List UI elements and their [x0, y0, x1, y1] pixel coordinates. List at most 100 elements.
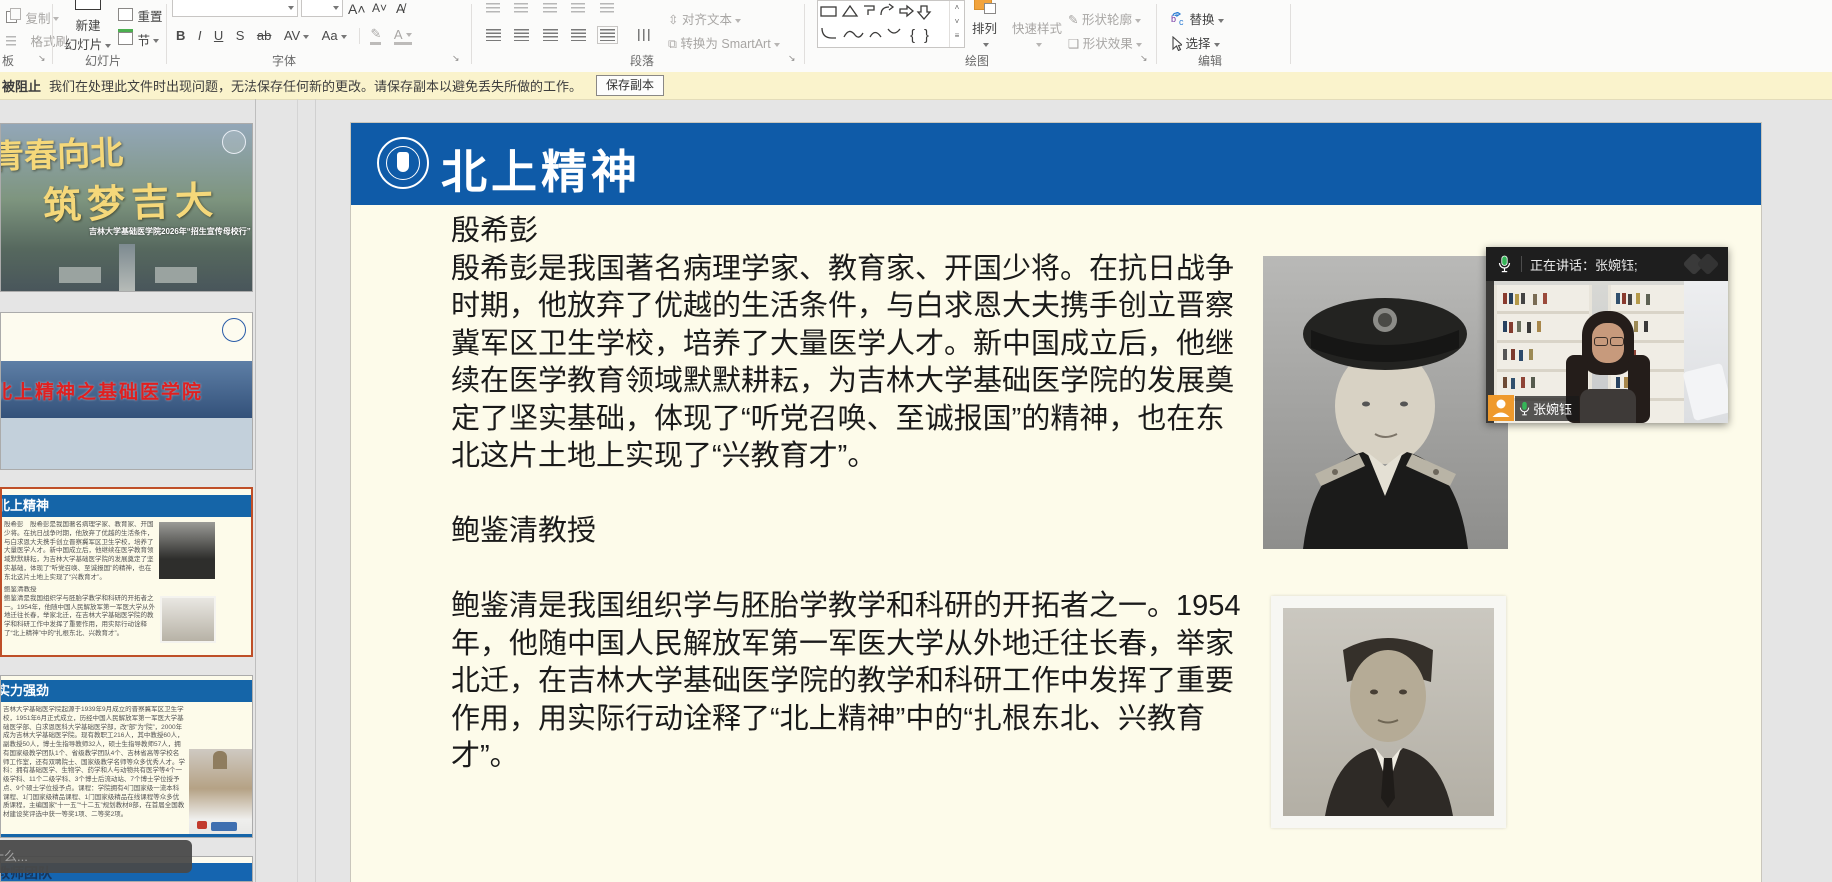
decrease-indent-icon[interactable]: [543, 3, 557, 13]
character-spacing-button[interactable]: AV: [284, 28, 309, 43]
chevron-down-icon: [1218, 19, 1224, 23]
increase-indent-icon[interactable]: [571, 3, 585, 13]
new-slide-button[interactable]: 新建 幻灯片: [62, 0, 114, 53]
shapes-gallery-scroll[interactable]: ˄˅≡: [949, 1, 964, 47]
underline-button[interactable]: U: [214, 28, 223, 43]
copy-icon: [6, 11, 17, 23]
change-case-button[interactable]: Aa: [322, 28, 347, 43]
distribute-button[interactable]: [600, 29, 615, 41]
drawing-group-label: 绘图: [965, 52, 989, 69]
slide-text-box[interactable]: 殷希彭 殷希彭是我国著名病理学家、教育家、开国少将。在抗日战争时期，他放弃了优越…: [451, 213, 1246, 776]
speaking-status: 正在讲话：张婉钰;: [1530, 255, 1638, 274]
section-button[interactable]: 节: [118, 30, 159, 50]
upload-blocked-banner: 被阻止 我们在处理此文件时出现问题，无法保存任何新的更改。请保存副本以避免丢失所…: [0, 72, 1832, 100]
window: [1684, 281, 1728, 423]
save-copy-button[interactable]: 保存副本: [596, 75, 664, 96]
portrait-suit: [1283, 608, 1494, 816]
convert-smartart-button[interactable]: ⧉ 转换为 SmartArt: [668, 33, 780, 52]
bullets-icon[interactable]: [486, 3, 500, 13]
chevron-down-icon: [333, 6, 339, 10]
slide-thumbnail-1[interactable]: 青春向北 筑梦吉大 吉林大学基础医学院2026年“招生宣传母校行”: [0, 123, 253, 292]
chevron-down-icon: [735, 19, 741, 23]
cover-caption: 吉林大学基础医学院2026年“招生宣传母校行”: [89, 226, 251, 237]
italic-button[interactable]: I: [198, 28, 202, 43]
font-size-combo[interactable]: [301, 0, 343, 17]
person2-name: 鲍鉴清教授: [451, 513, 1246, 551]
thumb-photo-yin: [159, 522, 215, 579]
align-left-button[interactable]: [486, 29, 501, 41]
chevron-down-icon: [983, 43, 989, 47]
clipboard-group-label: 板: [2, 52, 14, 69]
clear-formatting-button[interactable]: A̸: [396, 1, 405, 16]
shrink-font-button[interactable]: A˅: [372, 1, 387, 15]
font-group-label: 字体: [272, 52, 296, 69]
line-spacing-icon[interactable]: [600, 3, 614, 13]
person1-bio: 殷希彭是我国著名病理学家、教育家、开国少将。在抗日战争时期，他放弃了优越的生活条…: [451, 251, 1246, 476]
grow-font-button[interactable]: A˄: [348, 1, 366, 17]
bold-button[interactable]: B: [176, 28, 185, 43]
font-name-combo[interactable]: [172, 0, 298, 17]
slide-title: 北上精神: [441, 136, 641, 202]
shape-outline-button[interactable]: ✎ 形状轮廓: [1068, 9, 1141, 28]
shape-effects-button[interactable]: ❑ 形状效果: [1068, 33, 1142, 52]
columns-button[interactable]: [638, 29, 653, 41]
ribbon: 复制 格式刷 板 ↘ 新建 幻灯片 重置 节 幻灯片 A˄ A˅ A̸: [0, 0, 1832, 73]
reset-button[interactable]: 重置: [118, 6, 162, 26]
slide-title-band: 北上精神: [351, 123, 1761, 205]
font-dialog-launcher[interactable]: ↘: [452, 53, 463, 64]
chevron-down-icon: [53, 17, 59, 21]
align-right-button[interactable]: [543, 29, 558, 41]
chevron-down-icon: [1036, 43, 1042, 47]
meeting-header: 正在讲话：张婉钰;: [1486, 247, 1728, 281]
paragraph-dialog-launcher[interactable]: ↘: [788, 53, 799, 64]
format-painter-icon: [6, 36, 16, 46]
highlight-color-button[interactable]: ✎: [370, 26, 381, 45]
chevron-down-icon: [288, 6, 294, 10]
powerpoint-window: 复制 格式刷 板 ↘ 新建 幻灯片 重置 节 幻灯片 A˄ A˅ A̸: [0, 0, 1832, 882]
chevron-down-icon: [1135, 19, 1141, 23]
meeting-overlay-window[interactable]: 正在讲话：张婉钰;: [1486, 247, 1728, 423]
svg-text:c: c: [1179, 17, 1184, 26]
chevron-down-icon: [303, 35, 309, 39]
person1-name: 殷希彭: [451, 213, 1246, 251]
text-shadow-button[interactable]: S: [236, 28, 245, 43]
slide-thumbnail-2[interactable]: 北上精神之基础医学院: [0, 312, 253, 470]
section-icon: [118, 32, 133, 45]
jlu-logo-icon: [377, 137, 429, 189]
drawing-dialog-launcher[interactable]: ↘: [1140, 53, 1151, 64]
thumb-photo-building: [189, 749, 252, 837]
slide-thumbnail-4[interactable]: 实力强劲 吉林大学基础医学院起源于1939年9月成立的晋察冀军区卫生学校，195…: [0, 675, 253, 838]
numbering-icon[interactable]: [514, 3, 528, 13]
tooltip: 什么...: [0, 840, 192, 873]
reset-icon: [118, 8, 133, 21]
align-text-button[interactable]: ⇳ 对齐文本: [668, 9, 741, 28]
thumb4-header: 实力强劲: [1, 683, 49, 698]
chevron-down-icon: [406, 33, 412, 37]
align-center-button[interactable]: [514, 29, 529, 41]
photo-bao-jianqing[interactable]: [1271, 596, 1506, 828]
strikethrough-button[interactable]: ab: [257, 28, 271, 43]
slide-thumbnail-3-selected[interactable]: 北上精神 殷希彭 殷希彭是我国著名病理学家、教育家、开国少将。在抗日战争时期，他…: [0, 487, 253, 657]
shapes-gallery[interactable]: { } ˄˅≡: [817, 0, 965, 48]
arrange-button[interactable]: 排列: [972, 18, 997, 51]
webcam-video[interactable]: 张婉钰: [1486, 281, 1728, 423]
arrange-icon: [974, 0, 992, 10]
quick-styles-button[interactable]: 快速样式: [1012, 18, 1062, 51]
participant-name: 张婉钰: [1533, 399, 1572, 418]
select-button[interactable]: 选择: [1170, 33, 1220, 52]
slide-canvas[interactable]: 北上精神 殷希彭 殷希彭是我国著名病理学家、教育家、开国少将。在抗日战争时期，他…: [350, 122, 1762, 882]
format-painter-button[interactable]: 格式刷: [6, 31, 68, 51]
chevron-down-icon: [1214, 43, 1220, 47]
participant-name-tag: 张婉钰: [1515, 396, 1579, 421]
replace-button[interactable]: b c 替换: [1170, 9, 1224, 28]
photo-yin-xipeng[interactable]: [1263, 256, 1508, 549]
thumb4-body: 吉林大学基础医学院起源于1939年9月成立的晋察冀军区卫生学校，1951年6月正…: [3, 706, 185, 834]
cursor-icon: [1170, 36, 1182, 51]
chevron-down-icon: [341, 35, 347, 39]
new-slide-icon: [75, 0, 101, 10]
font-color-button[interactable]: A: [394, 27, 412, 45]
clipboard-dialog-launcher[interactable]: ↘: [38, 53, 49, 64]
pane-splitter[interactable]: [255, 99, 256, 882]
editing-group-label: 编辑: [1198, 52, 1222, 69]
justify-button[interactable]: [571, 29, 586, 41]
